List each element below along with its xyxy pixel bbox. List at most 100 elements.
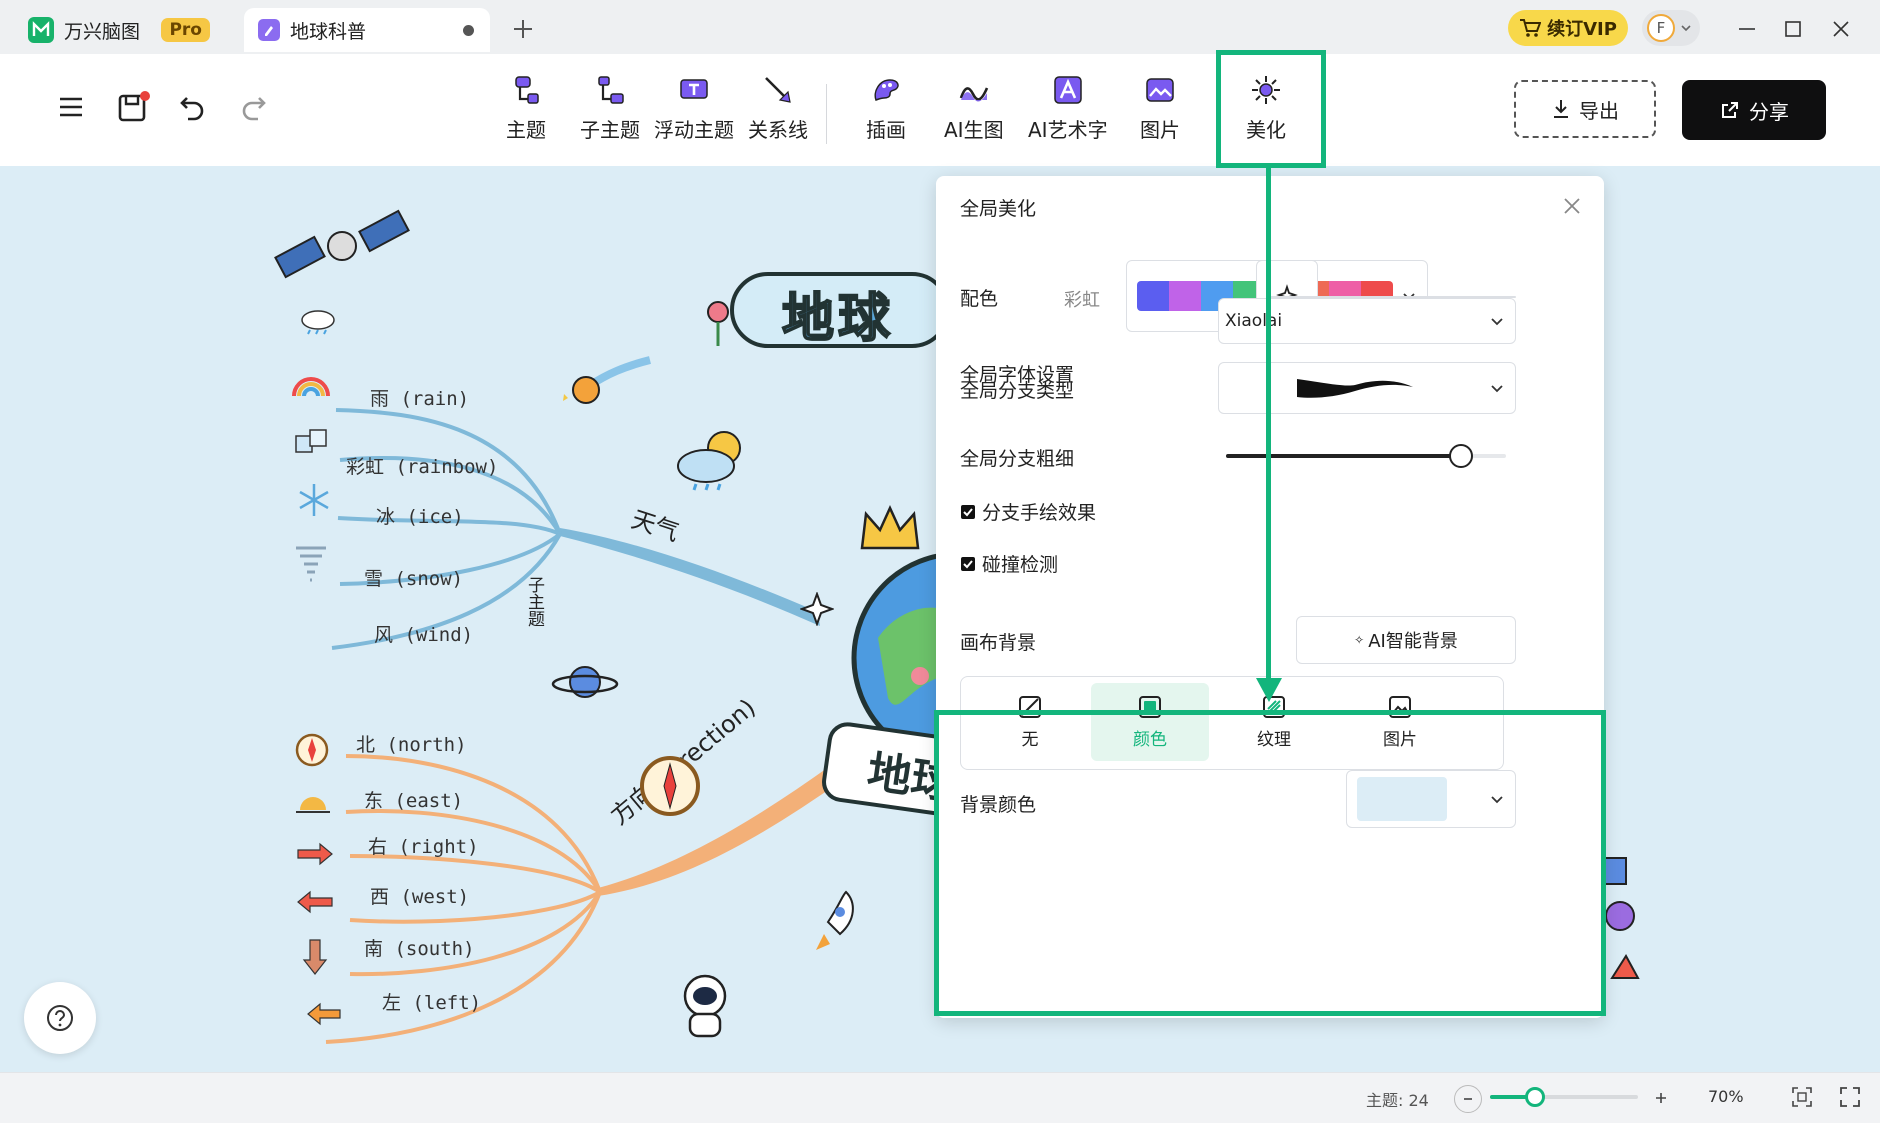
minimize-button[interactable] [1730,12,1764,46]
subtopic-button[interactable]: 子主题 [580,74,640,143]
app-name: 万兴脑图 [64,20,141,43]
zoom-level: 70% [1708,1087,1744,1106]
plus-icon [514,20,532,38]
vip-button[interactable]: 续订VIP [1508,10,1628,46]
chevron-down-icon [1491,385,1503,393]
satellite-sticker-icon [274,209,410,279]
avatar: F [1647,14,1675,42]
toolbar: 主题 子主题 浮动主题 关系线 插画 AI生图 AI艺术字 图片 美化 导出 分… [0,54,1880,167]
save-icon [118,91,150,122]
illustration-label: 插画 [866,118,906,142]
leaf-rain[interactable]: 雨 (rain) [370,384,469,411]
palette-swatch [1137,281,1169,311]
sparkle-icon [800,592,834,626]
toolbar-divider [826,84,827,144]
compass-sticker-icon [640,756,700,816]
close-window-button[interactable] [1824,12,1858,46]
image-button[interactable]: 图片 [1140,74,1180,143]
leaf-south[interactable]: 南 (south) [364,934,475,961]
zoom-in-button[interactable] [1648,1085,1674,1111]
illustration-button[interactable]: 插画 [866,74,906,143]
tab-document[interactable]: 地球科普 [244,8,490,52]
user-menu[interactable]: F [1642,10,1700,46]
fullscreen-button[interactable] [1838,1085,1862,1113]
hand-drawn-checkbox[interactable]: 分支手绘效果 [960,498,1096,525]
leaf-east[interactable]: 东 (east) [364,786,463,813]
fit-view-button[interactable] [1790,1085,1814,1113]
undo-button[interactable] [178,92,208,126]
arrow-down-icon [302,939,328,975]
collision-label: 碰撞检测 [982,554,1059,576]
vip-label: 续订VIP [1547,19,1617,40]
sunrise-icon [296,797,330,813]
checkbox-checked-icon [961,556,975,571]
floating-topic-button[interactable]: 浮动主题 [654,74,734,143]
planet-sticker-icon [551,666,619,698]
zoom-handle[interactable] [1524,1087,1545,1107]
topic-count: 主题: 24 [1366,1091,1429,1110]
leaf-right[interactable]: 右 (right) [368,832,479,859]
leaf-north[interactable]: 北 (north) [356,730,467,757]
fit-view-icon [1792,1087,1812,1107]
ice-cubes-icon [295,429,327,453]
rainbow-icon [292,377,330,397]
plus-icon [1656,1093,1666,1103]
font-select-field[interactable]: Xiaolai [1218,298,1516,344]
leaf-wind[interactable]: 风 (wind) [374,620,473,647]
document-icon [258,19,280,41]
color-scheme-name: 彩虹 [1064,290,1100,311]
fullscreen-icon [1840,1087,1860,1107]
topic-label: 主题 [506,118,546,142]
subtopic-icon [598,76,624,104]
export-label: 导出 [1579,98,1619,123]
redo-button[interactable] [238,92,268,126]
topic-button[interactable]: 主题 [506,74,546,143]
ai-image-button[interactable]: AI生图 [944,74,1004,143]
image-label: 图片 [1140,118,1180,142]
sun-cloud-sticker-icon [677,431,741,491]
subtopic-node[interactable]: 子主题 [522,576,547,627]
branch-width-handle[interactable] [1448,444,1473,468]
zoom-slider[interactable] [1490,1087,1638,1107]
panel-close-button[interactable] [1562,196,1582,220]
branch-width-fill [1226,454,1461,458]
canvas-bg-label: 画布背景 [960,632,1037,654]
tornado-icon [296,546,326,582]
branch-type-label: 全局分支类型 [960,380,1075,402]
export-button[interactable]: 导出 [1514,80,1656,138]
hand-drawn-label: 分支手绘效果 [982,502,1097,524]
checkbox-checked-icon [961,504,975,519]
minimize-icon [1739,28,1755,30]
branch-type-select[interactable] [1218,362,1516,414]
font-value: Xiaolai [1225,311,1283,331]
image-icon [1146,78,1174,102]
chevron-down-icon [1491,318,1503,326]
leaf-west[interactable]: 西 (west) [370,882,469,909]
comet-sticker-icon [563,356,651,404]
help-button[interactable] [24,982,96,1054]
new-tab-button[interactable] [506,12,540,46]
title-banner[interactable]: 地球 [700,258,950,358]
leaf-snow[interactable]: 雪 (snow) [364,564,463,591]
tapered-branch-icon [1297,379,1413,398]
relation-line-button[interactable]: 关系线 [748,74,808,143]
save-button[interactable] [116,90,150,128]
relation-line-label: 关系线 [748,118,808,142]
leaf-rainbow[interactable]: 彩虹 (rainbow) [346,452,498,479]
app-logo-icon [28,17,54,43]
highlight-beautify [1216,50,1326,168]
menu-button[interactable] [56,92,86,126]
leaf-left[interactable]: 左 (left) [382,988,481,1015]
maximize-button[interactable] [1776,12,1810,46]
unsaved-dot-icon[interactable] [463,24,474,36]
tab-app-home[interactable]: 万兴脑图 Pro [14,8,224,52]
share-button[interactable]: 分享 [1682,80,1826,140]
arrow-right-icon [297,842,333,866]
leaf-ice[interactable]: 冰 (ice) [376,502,464,529]
banner-title: 地球 [781,288,895,350]
ai-art-text-button[interactable]: AI艺术字 [1028,74,1108,143]
ai-background-button[interactable]: ✧ AI智能背景 [1296,616,1516,664]
collision-checkbox[interactable]: 碰撞检测 [960,550,1058,577]
zoom-out-button[interactable] [1454,1085,1482,1113]
illustration-icon [874,79,899,101]
